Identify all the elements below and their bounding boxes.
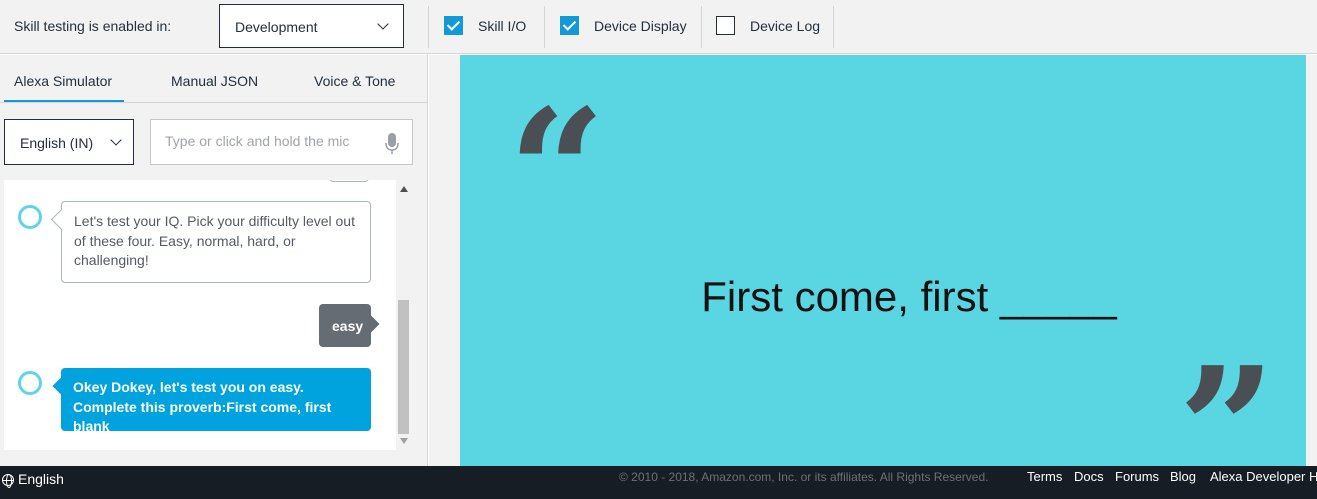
simulator-tabs: Alexa Simulator Manual JSON Voice & Tone xyxy=(0,55,428,103)
toolbar-divider xyxy=(833,6,834,48)
language-value: English (IN) xyxy=(20,135,94,151)
environment-value: Development xyxy=(235,19,318,35)
globe-icon xyxy=(2,474,14,488)
alexa-message: Let's test your IQ. Pick your difficulty… xyxy=(61,201,371,283)
language-select[interactable]: English (IN) xyxy=(4,119,134,165)
device-display-label: Device Display xyxy=(594,18,687,34)
device-display-panel: “ First come, first _____ ” xyxy=(429,55,1317,466)
close-quote-icon: ” xyxy=(1178,330,1276,466)
footer: English © 2010 - 2018, Amazon.com, Inc. … xyxy=(0,466,1317,499)
toolbar-divider xyxy=(701,6,702,48)
skill-io-label: Skill I/O xyxy=(478,18,527,34)
top-toolbar: Skill testing is enabled in: Development… xyxy=(0,0,1317,54)
question-text: First come, first _____ xyxy=(701,273,1117,320)
open-quote-icon: “ xyxy=(508,72,606,272)
chevron-down-icon xyxy=(377,18,389,30)
tab-alexa-simulator[interactable]: Alexa Simulator xyxy=(14,73,112,89)
footer-link-terms[interactable]: Terms xyxy=(1027,469,1062,484)
scroll-down-arrow-icon[interactable] xyxy=(400,438,408,444)
footer-language-link[interactable]: English xyxy=(18,471,64,487)
skill-io-checkbox[interactable] xyxy=(444,16,463,35)
tab-voice-tone[interactable]: Voice & Tone xyxy=(314,73,395,89)
display-question: First come, first _____ xyxy=(460,273,1306,321)
device-log-label: Device Log xyxy=(750,18,821,34)
utterance-box xyxy=(150,119,413,165)
chat-scrollbar[interactable] xyxy=(396,180,412,450)
active-tab-indicator xyxy=(4,100,124,102)
alexa-avatar-icon xyxy=(18,371,42,395)
user-message: easy xyxy=(319,304,371,347)
previous-message-bubble xyxy=(329,180,369,182)
tab-manual-json[interactable]: Manual JSON xyxy=(171,73,258,89)
footer-link-blog[interactable]: Blog xyxy=(1170,469,1196,484)
footer-link-alexa-developer-home[interactable]: Alexa Developer Home xyxy=(1210,469,1317,484)
footer-link-docs[interactable]: Docs xyxy=(1074,469,1104,484)
toolbar-divider xyxy=(544,6,545,48)
toolbar-divider xyxy=(428,6,429,48)
scroll-thumb[interactable] xyxy=(398,300,409,434)
device-display-checkbox[interactable] xyxy=(560,16,579,35)
environment-select[interactable]: Development xyxy=(219,4,404,48)
skill-testing-label: Skill testing is enabled in: xyxy=(14,18,172,34)
skill-io-toggle[interactable]: Skill I/O xyxy=(444,14,534,38)
device-log-checkbox[interactable] xyxy=(716,16,735,35)
copyright-text: © 2010 - 2018, Amazon.com, Inc. or its a… xyxy=(619,470,989,484)
device-display-screen: “ First come, first _____ ” xyxy=(460,55,1306,466)
conversation-log: Let's test your IQ. Pick your difficulty… xyxy=(4,180,396,450)
alexa-response-message: Okey Dokey, let's test you on easy. Comp… xyxy=(61,368,371,434)
utterance-input[interactable] xyxy=(165,133,375,149)
simulator-panel: Alexa Simulator Manual JSON Voice & Tone… xyxy=(0,55,428,466)
microphone-icon[interactable] xyxy=(385,133,399,155)
chevron-down-icon xyxy=(110,134,122,146)
scroll-up-arrow-icon[interactable] xyxy=(400,186,408,192)
device-log-toggle[interactable]: Device Log xyxy=(716,14,826,38)
alexa-avatar-icon xyxy=(18,205,42,229)
device-display-toggle[interactable]: Device Display xyxy=(560,14,690,38)
footer-link-forums[interactable]: Forums xyxy=(1115,469,1159,484)
